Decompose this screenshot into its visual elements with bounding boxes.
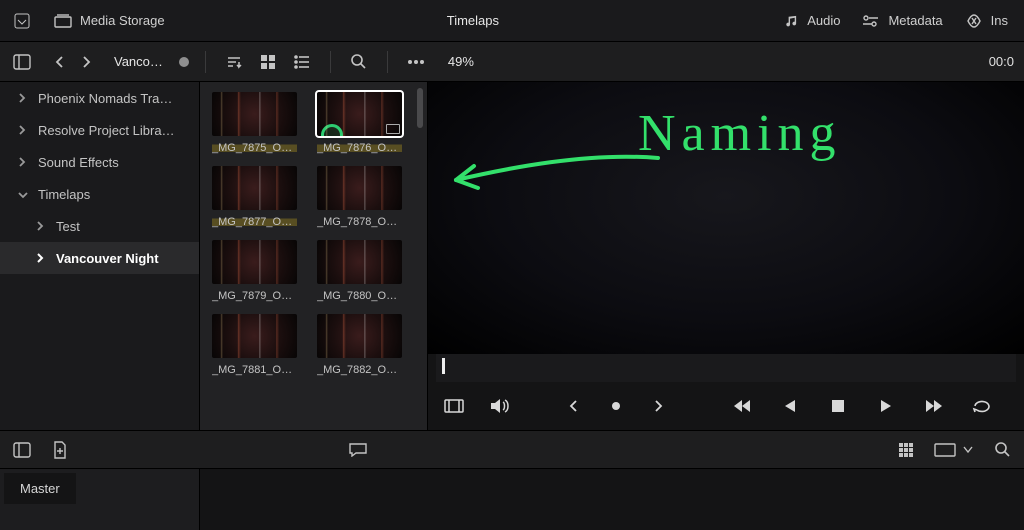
clip-thumbnail[interactable]	[317, 166, 402, 210]
clip-name-label: _MG_7880_O…	[317, 290, 402, 302]
nav-forward-button[interactable]	[74, 50, 98, 74]
grid-view-small-button[interactable]	[894, 438, 918, 462]
metadata-icon	[862, 12, 880, 30]
breadcrumb[interactable]: Vanco…	[114, 54, 163, 69]
bin-tree: Phoenix Nomads Tra… Resolve Project Libr…	[0, 82, 200, 430]
viewer-title: Timelaps	[185, 13, 762, 28]
clip-item[interactable]: _MG_7880_O…	[317, 240, 402, 302]
media-storage-button[interactable]: Media Storage	[48, 10, 171, 32]
clip-badge-icon	[386, 124, 400, 134]
chevron-right-icon	[36, 251, 46, 266]
sort-button[interactable]	[222, 50, 246, 74]
search-button[interactable]	[347, 50, 371, 74]
clip-item[interactable]: _MG_7882_O…	[317, 314, 402, 376]
more-options-button[interactable]	[404, 50, 428, 74]
chevron-down-icon	[18, 187, 28, 202]
import-media-button[interactable]	[48, 438, 72, 462]
grid-view-button[interactable]	[256, 50, 280, 74]
annotation-arrow-icon	[438, 140, 668, 200]
clip-thumbnail[interactable]	[212, 92, 297, 136]
audio-label: Audio	[807, 13, 840, 28]
clip-name-label: _MG_7879_O…	[212, 290, 297, 302]
tree-item[interactable]: Test	[0, 210, 199, 242]
loop-button[interactable]	[970, 394, 994, 418]
chevron-right-icon	[18, 91, 28, 106]
playhead-icon[interactable]	[442, 358, 445, 374]
clip-item[interactable]: _MG_7881_O…	[212, 314, 297, 376]
chevron-right-icon	[18, 123, 28, 138]
view-mode-dropdown[interactable]	[932, 438, 976, 462]
clip-item[interactable]: _MG_7879_O…	[212, 240, 297, 302]
tree-item[interactable]: Sound Effects	[0, 146, 199, 178]
go-end-button[interactable]	[922, 394, 946, 418]
inspector-icon	[965, 12, 983, 30]
inspector-label: Ins	[991, 13, 1008, 28]
divider	[330, 51, 331, 73]
clip-item[interactable]: _MG_7876_O…	[317, 92, 402, 154]
stop-button[interactable]	[826, 394, 850, 418]
status-dot-icon	[179, 57, 189, 67]
clip-thumbnail[interactable]	[212, 314, 297, 358]
metadata-label: Metadata	[888, 13, 942, 28]
clip-name-label: _MG_7875_O…	[212, 142, 297, 154]
bin-list-panel: Master	[0, 469, 200, 530]
search-bottom-button[interactable]	[990, 438, 1014, 462]
clip-name-label: _MG_7882_O…	[317, 364, 402, 376]
jog-back-button[interactable]	[562, 394, 586, 418]
play-reverse-button[interactable]	[778, 394, 802, 418]
music-note-icon	[781, 12, 799, 30]
master-bin-tab[interactable]: Master	[4, 473, 76, 504]
media-storage-icon	[54, 12, 72, 30]
divider	[205, 51, 206, 73]
zoom-percent[interactable]: 49%	[448, 54, 474, 69]
annotation-text: Naming	[638, 104, 842, 163]
clip-item[interactable]: _MG_7878_O…	[317, 166, 402, 228]
clip-name-label: _MG_7877_O…	[212, 216, 297, 228]
clip-name-label: _MG_7881_O…	[212, 364, 297, 376]
chevron-right-icon	[36, 219, 46, 234]
inspector-panel-button[interactable]: Ins	[959, 10, 1014, 32]
clip-thumbnail[interactable]	[212, 166, 297, 210]
panel-toggle-button[interactable]	[10, 50, 34, 74]
selection-ring-icon	[321, 124, 343, 136]
viewer-monitor[interactable]: Naming	[428, 82, 1024, 354]
metadata-panel-button[interactable]: Metadata	[856, 10, 948, 32]
bin-content-area[interactable]	[200, 469, 1024, 530]
chevron-right-icon	[18, 155, 28, 170]
go-start-button[interactable]	[730, 394, 754, 418]
play-button[interactable]	[874, 394, 898, 418]
volume-button[interactable]	[488, 394, 512, 418]
panel-toggle-bottom-button[interactable]	[10, 438, 34, 462]
audio-panel-button[interactable]: Audio	[775, 10, 846, 32]
tree-item[interactable]: Phoenix Nomads Tra…	[0, 82, 199, 114]
tree-item-active[interactable]: Vancouver Night	[0, 242, 199, 274]
comment-button[interactable]	[346, 438, 370, 462]
clip-thumbnail[interactable]	[317, 314, 402, 358]
scrollbar-thumb[interactable]	[417, 88, 423, 128]
viewer-scrubber[interactable]	[436, 354, 1016, 382]
divider	[387, 51, 388, 73]
nav-back-button[interactable]	[48, 50, 72, 74]
clip-name-label: _MG_7878_O…	[317, 216, 402, 228]
jog-forward-button[interactable]	[646, 394, 670, 418]
media-storage-label: Media Storage	[80, 13, 165, 28]
list-view-button[interactable]	[290, 50, 314, 74]
clip-thumbnail[interactable]	[317, 240, 402, 284]
clip-item[interactable]: _MG_7877_O…	[212, 166, 297, 228]
tree-item[interactable]: Resolve Project Libra…	[0, 114, 199, 146]
clip-browser: _MG_7875_O… _MG_7876_O… _MG_7877_O… _MG_787…	[200, 82, 428, 430]
mark-clip-button[interactable]	[442, 394, 466, 418]
clip-thumbnail[interactable]	[212, 240, 297, 284]
app-menu-dropdown[interactable]	[10, 9, 34, 33]
jog-center-icon	[604, 394, 628, 418]
clip-item[interactable]: _MG_7875_O…	[212, 92, 297, 154]
clip-name-label: _MG_7876_O…	[317, 142, 402, 154]
timecode-display[interactable]: 00:0	[989, 54, 1014, 69]
clip-thumbnail[interactable]	[317, 92, 402, 136]
tree-item[interactable]: Timelaps	[0, 178, 199, 210]
